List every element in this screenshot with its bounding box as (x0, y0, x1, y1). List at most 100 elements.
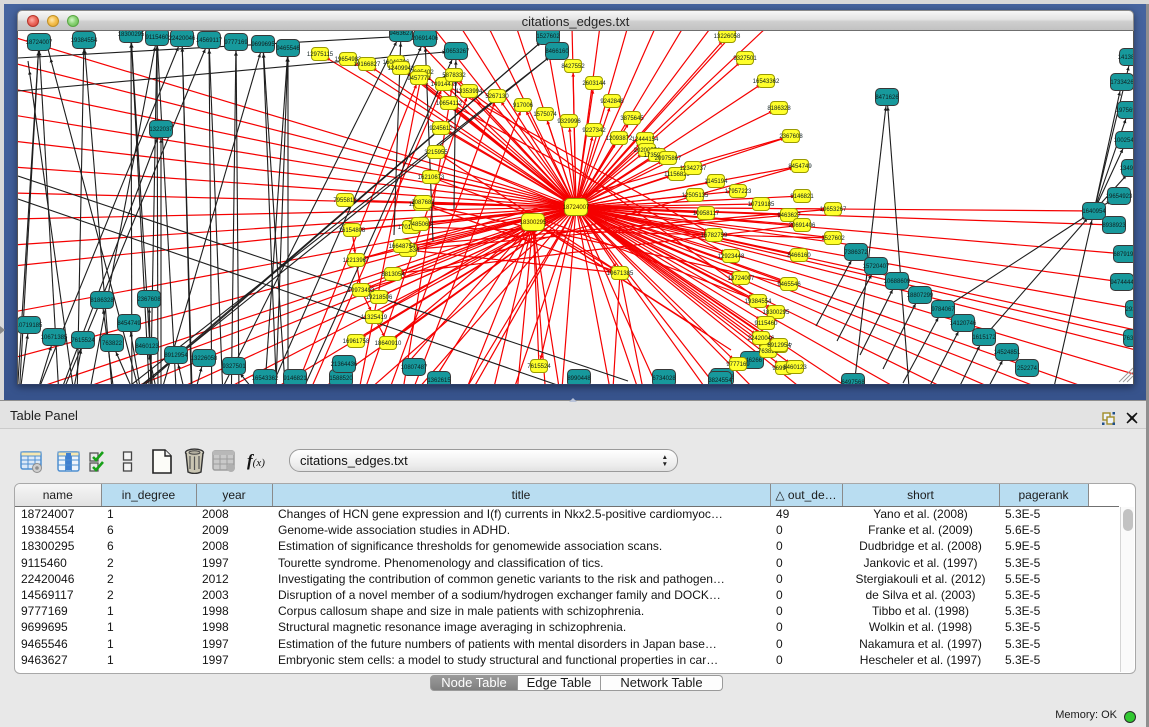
svg-text:9227342: 9227342 (582, 128, 606, 134)
svg-text:22420046: 22420046 (169, 36, 196, 42)
svg-text:12923448: 12923448 (718, 254, 745, 260)
svg-text:9329996: 9329996 (557, 119, 581, 125)
svg-text:9463627: 9463627 (389, 31, 413, 37)
svg-text:3215955: 3215955 (424, 150, 448, 156)
svg-text:15720407: 15720407 (863, 264, 890, 270)
svg-text:18300295: 18300295 (763, 310, 790, 316)
svg-text:10807487: 10807487 (401, 365, 428, 371)
svg-text:9465546: 9465546 (276, 46, 300, 52)
svg-text:16154808: 16154808 (339, 228, 366, 234)
svg-text:8466160: 8466160 (787, 253, 811, 259)
svg-text:7615524: 7615524 (71, 338, 95, 344)
svg-text:8460123: 8460123 (783, 365, 807, 371)
svg-text:10958117: 10958117 (693, 211, 720, 217)
svg-text:2367608: 2367608 (137, 297, 161, 303)
svg-text:7955812: 7955812 (333, 198, 357, 204)
svg-text:2603144: 2603144 (582, 81, 606, 87)
svg-text:14120746: 14120746 (950, 321, 977, 327)
svg-text:9242848: 9242848 (600, 99, 624, 105)
svg-text:9465546: 9465546 (777, 282, 801, 288)
svg-text:1527602: 1527602 (821, 236, 845, 242)
svg-text:20691406: 20691406 (412, 36, 439, 42)
svg-text:19218506: 19218506 (366, 295, 393, 301)
svg-text:2935114: 2935114 (1126, 307, 1134, 313)
svg-text:14138141: 14138141 (1118, 55, 1134, 61)
svg-text:10719185: 10719185 (18, 323, 43, 329)
svg-text:16543362: 16543362 (252, 376, 279, 382)
svg-text:9327501: 9327501 (222, 364, 246, 370)
svg-text:21364436: 21364436 (331, 362, 358, 368)
svg-text:1733426: 1733426 (1110, 80, 1134, 86)
svg-text:20975867: 20975867 (655, 156, 682, 162)
svg-text:1615172: 1615172 (972, 335, 996, 341)
svg-text:16543362: 16543362 (753, 79, 780, 85)
svg-text:12213967: 12213967 (343, 258, 370, 264)
svg-text:1362615: 1362615 (427, 378, 451, 384)
svg-text:13226058: 13226058 (714, 34, 741, 40)
svg-text:763822: 763822 (102, 341, 123, 347)
svg-text:18807299: 18807299 (907, 293, 934, 299)
svg-text:8460123: 8460123 (135, 344, 159, 350)
svg-text:12342737: 12342737 (680, 166, 707, 172)
svg-text:18300295: 18300295 (520, 220, 547, 226)
svg-text:1322037: 1322037 (149, 127, 173, 133)
svg-text:917006: 917006 (513, 103, 534, 109)
svg-text:8186328: 8186328 (90, 298, 114, 304)
svg-text:13226058: 13226058 (191, 356, 218, 362)
svg-text:7386372: 7386372 (844, 250, 868, 256)
svg-text:9777169: 9777169 (726, 362, 750, 368)
svg-text:9777169: 9777169 (224, 40, 248, 46)
svg-text:19166827: 19166827 (354, 62, 381, 68)
svg-text:13495794: 13495794 (1120, 166, 1134, 172)
svg-text:8912954: 8912954 (767, 343, 791, 349)
svg-text:10671385: 10671385 (607, 271, 634, 277)
svg-text:6734028: 6734028 (652, 376, 676, 382)
svg-text:9784067: 9784067 (931, 307, 955, 313)
svg-text:10654112: 10654112 (436, 101, 463, 107)
svg-text:7615524: 7615524 (527, 364, 551, 370)
svg-text:5267130: 5267130 (485, 94, 509, 100)
svg-text:16210673: 16210673 (418, 175, 445, 181)
svg-text:19756928: 19756928 (1116, 108, 1134, 114)
svg-text:9115460: 9115460 (146, 35, 170, 41)
svg-text:2367608: 2367608 (779, 134, 803, 140)
svg-text:10653267: 10653267 (820, 207, 847, 213)
svg-text:2087682: 2087682 (411, 200, 435, 206)
svg-text:19384554: 19384554 (745, 299, 772, 305)
svg-text:18640910: 18640910 (375, 341, 402, 347)
svg-text:8990448: 8990448 (567, 376, 591, 382)
svg-text:8938923: 8938923 (1102, 223, 1126, 229)
svg-text:8454749: 8454749 (117, 321, 141, 327)
svg-text:252274: 252274 (1017, 366, 1038, 372)
svg-text:6497568: 6497568 (841, 380, 865, 384)
svg-text:9457771: 9457771 (407, 76, 431, 82)
svg-text:13353994: 13353994 (456, 89, 483, 95)
svg-text:18724007: 18724007 (728, 276, 755, 282)
svg-text:9115460: 9115460 (755, 321, 779, 327)
svg-text:18724007: 18724007 (26, 40, 53, 46)
svg-text:11325419: 11325419 (361, 315, 388, 321)
svg-text:8912954: 8912954 (164, 353, 188, 359)
svg-text:9146821: 9146821 (790, 194, 814, 200)
svg-text:17957223: 17957223 (725, 189, 752, 195)
svg-text:18300295: 18300295 (118, 32, 145, 38)
svg-text:14524851: 14524851 (994, 350, 1021, 356)
svg-text:12093872: 12093872 (606, 136, 633, 142)
svg-text:10719185: 10719185 (748, 202, 775, 208)
svg-text:1640954: 1640954 (1082, 209, 1106, 215)
svg-text:5878332: 5878332 (442, 73, 466, 79)
svg-text:10973493: 10973493 (348, 288, 375, 294)
svg-text:8471626: 8471626 (875, 95, 899, 101)
svg-text:6879197: 6879197 (1113, 252, 1134, 258)
svg-text:7485063: 7485063 (408, 222, 432, 228)
svg-text:12975115: 12975115 (307, 52, 334, 58)
svg-text:9699695: 9699695 (251, 42, 275, 48)
svg-text:8427552: 8427552 (561, 64, 585, 70)
svg-text:14914479: 14914479 (431, 82, 458, 88)
svg-text:1527602: 1527602 (536, 34, 560, 40)
svg-text:18724007: 18724007 (563, 205, 590, 211)
svg-text:9245612: 9245612 (429, 126, 453, 132)
svg-text:1588520: 1588520 (329, 376, 353, 382)
svg-text:8813054: 8813054 (381, 272, 405, 278)
svg-text:8466160: 8466160 (545, 49, 569, 55)
